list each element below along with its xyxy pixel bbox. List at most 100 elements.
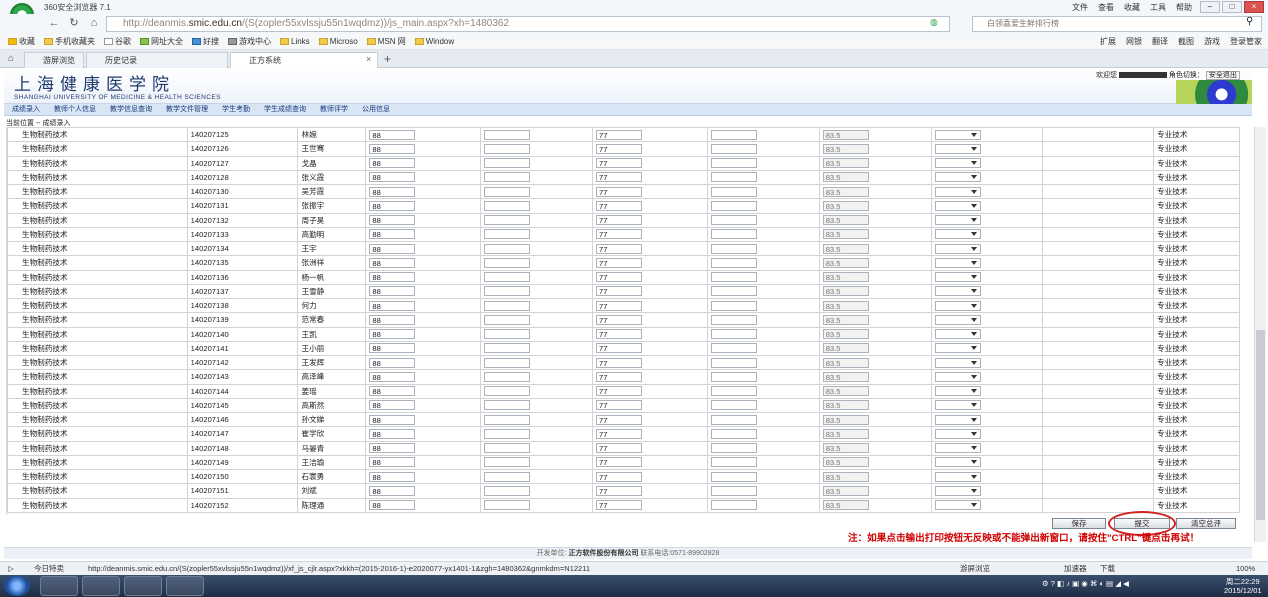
score2-input[interactable]: 77: [596, 257, 643, 268]
remark-select[interactable]: [934, 286, 981, 297]
extra1-input[interactable]: [484, 400, 531, 411]
extra1-input[interactable]: [484, 386, 531, 397]
score2-input[interactable]: 77: [596, 272, 643, 283]
fav-item[interactable]: 收藏: [8, 34, 35, 49]
extra1-input[interactable]: [484, 457, 531, 468]
remark-select[interactable]: [934, 443, 981, 454]
score1-input[interactable]: 88: [369, 443, 416, 454]
extra1-input[interactable]: [484, 186, 531, 197]
explorer-taskbar-icon[interactable]: [82, 576, 120, 596]
extra1-input[interactable]: [484, 357, 531, 368]
refresh-icon[interactable]: ↻: [66, 16, 82, 31]
score1-input[interactable]: 88: [369, 300, 416, 311]
extra2-input[interactable]: [710, 386, 757, 397]
remark-select[interactable]: [934, 229, 981, 240]
remark-select[interactable]: [934, 129, 981, 140]
remark-select[interactable]: [934, 314, 981, 325]
score1-input[interactable]: 88: [369, 215, 416, 226]
extra1-input[interactable]: [484, 143, 531, 154]
extra2-input[interactable]: [710, 500, 757, 511]
extra1-input[interactable]: [484, 158, 531, 169]
score1-input[interactable]: 88: [369, 371, 416, 382]
score2-input[interactable]: 77: [596, 443, 643, 454]
menu-grade-entry[interactable]: 成绩录入: [12, 104, 40, 115]
home-icon[interactable]: ⌂: [86, 16, 102, 31]
score2-input[interactable]: 77: [596, 143, 643, 154]
extra2-input[interactable]: [710, 143, 757, 154]
new-tab-button[interactable]: +: [384, 52, 391, 66]
zoom-level[interactable]: 100%: [1236, 562, 1255, 575]
score1-input[interactable]: 88: [369, 500, 416, 511]
system-clock[interactable]: 周二22:29 2015/12/01: [1224, 577, 1262, 595]
score1-input[interactable]: 88: [369, 314, 416, 325]
games-button[interactable]: 游戏: [1204, 34, 1220, 49]
score2-input[interactable]: 77: [596, 215, 643, 226]
score2-input[interactable]: 77: [596, 343, 643, 354]
extra2-input[interactable]: [710, 428, 757, 439]
extra1-input[interactable]: [484, 443, 531, 454]
score2-input[interactable]: 77: [596, 186, 643, 197]
remark-select[interactable]: [934, 300, 981, 311]
menu-teaching-query[interactable]: 教学信息查询: [110, 104, 152, 115]
score2-input[interactable]: 77: [596, 158, 643, 169]
extra2-input[interactable]: [710, 457, 757, 468]
score2-input[interactable]: 77: [596, 229, 643, 240]
extra1-input[interactable]: [484, 129, 531, 140]
extra2-input[interactable]: [710, 229, 757, 240]
remark-select[interactable]: [934, 428, 981, 439]
extra1-input[interactable]: [484, 500, 531, 511]
score1-input[interactable]: 88: [369, 329, 416, 340]
extra1-input[interactable]: [484, 215, 531, 226]
remark-select[interactable]: [934, 186, 981, 197]
score1-input[interactable]: 88: [369, 172, 416, 183]
remark-select[interactable]: [934, 172, 981, 183]
score1-input[interactable]: 88: [369, 400, 416, 411]
extra2-input[interactable]: [710, 215, 757, 226]
remark-select[interactable]: [934, 357, 981, 368]
remark-select[interactable]: [934, 158, 981, 169]
score1-input[interactable]: 88: [369, 158, 416, 169]
score1-input[interactable]: 88: [369, 386, 416, 397]
extra2-input[interactable]: [710, 300, 757, 311]
extra2-input[interactable]: [710, 272, 757, 283]
extra2-input[interactable]: [710, 286, 757, 297]
extra1-input[interactable]: [484, 243, 531, 254]
extra1-input[interactable]: [484, 286, 531, 297]
score1-input[interactable]: 88: [369, 257, 416, 268]
menu-view[interactable]: 查看: [1098, 2, 1114, 13]
score1-input[interactable]: 88: [369, 272, 416, 283]
menu-favorites[interactable]: 收藏: [1124, 2, 1140, 13]
extra1-input[interactable]: [484, 329, 531, 340]
remark-select[interactable]: [934, 471, 981, 482]
score2-input[interactable]: 77: [596, 500, 643, 511]
menu-teacher-eval[interactable]: 教师评学: [320, 104, 348, 115]
extra2-input[interactable]: [710, 186, 757, 197]
score2-input[interactable]: 77: [596, 200, 643, 211]
extra2-input[interactable]: [710, 414, 757, 425]
remark-select[interactable]: [934, 243, 981, 254]
extra2-input[interactable]: [710, 314, 757, 325]
tab-close-icon[interactable]: ×: [366, 54, 371, 64]
score1-input[interactable]: 88: [369, 243, 416, 254]
extra2-input[interactable]: [710, 172, 757, 183]
extra1-input[interactable]: [484, 471, 531, 482]
score1-input[interactable]: 88: [369, 485, 416, 496]
extra2-input[interactable]: [710, 357, 757, 368]
extra1-input[interactable]: [484, 229, 531, 240]
today-deals-link[interactable]: 今日特卖: [34, 562, 64, 575]
remark-select[interactable]: [934, 329, 981, 340]
score1-input[interactable]: 88: [369, 200, 416, 211]
score2-input[interactable]: 77: [596, 485, 643, 496]
score2-input[interactable]: 77: [596, 428, 643, 439]
ie-taskbar-icon[interactable]: [40, 576, 78, 596]
remark-select[interactable]: [934, 371, 981, 382]
extra1-input[interactable]: [484, 343, 531, 354]
extra2-input[interactable]: [710, 485, 757, 496]
search-icon[interactable]: ⚲: [1246, 16, 1253, 27]
score2-input[interactable]: 77: [596, 329, 643, 340]
back-icon[interactable]: ←: [46, 16, 62, 31]
download-status[interactable]: 下载: [1100, 562, 1115, 575]
fav-item[interactable]: 网址大全: [140, 34, 183, 49]
score1-input[interactable]: 88: [369, 357, 416, 368]
remark-select[interactable]: [934, 457, 981, 468]
